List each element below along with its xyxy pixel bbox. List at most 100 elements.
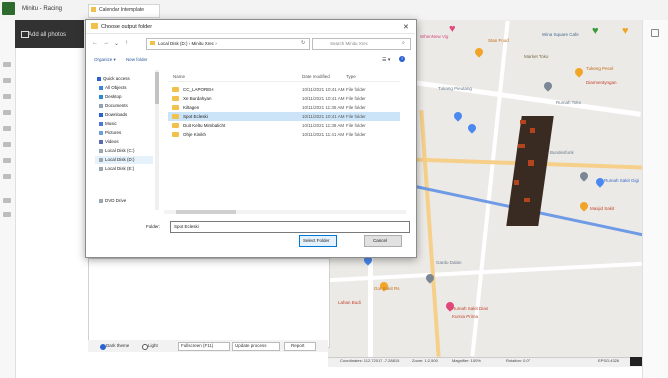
folder-name-value[interactable]: Spot Ecleski xyxy=(174,224,199,229)
building-block xyxy=(518,144,525,148)
nav-item-desktop[interactable]: Desktop xyxy=(105,94,122,99)
building-block xyxy=(528,160,534,166)
refresh-icon[interactable]: ↻ xyxy=(301,40,305,46)
favorite-heart-icon[interactable]: ♥ xyxy=(622,26,629,37)
map-label: Bundesfunk xyxy=(550,150,574,155)
map-label: Lahan Budi xyxy=(338,300,361,305)
documents-icon xyxy=(99,104,103,108)
crs-readout[interactable]: EPSG:4326 xyxy=(598,358,619,363)
row-date: 10/11/2021 10:41 AM xyxy=(302,87,345,92)
tool-button[interactable] xyxy=(3,110,11,115)
header-divider xyxy=(168,81,400,82)
tool-button[interactable] xyxy=(3,198,11,203)
nav-item-videos[interactable]: Videos xyxy=(105,139,119,144)
report-label: Report xyxy=(291,343,305,348)
nav-item-drive-e[interactable]: Local Disk (E:) xyxy=(105,166,134,171)
row-date: 10/11/2021 10:41 AM xyxy=(302,114,345,119)
app-tab-icon xyxy=(91,7,96,12)
right-toolbar xyxy=(642,20,668,378)
view-options-icon[interactable]: ☰ ▾ xyxy=(382,57,390,63)
tool-button[interactable] xyxy=(3,62,11,67)
tool-button[interactable] xyxy=(3,78,11,83)
folder-field-label: Folder: xyxy=(146,224,161,229)
map-label: Market Toko xyxy=(524,54,549,59)
nav-scrollbar-thumb[interactable] xyxy=(155,72,159,104)
map-pin-icon[interactable] xyxy=(578,200,590,212)
map-pin-icon[interactable] xyxy=(473,46,485,58)
row-name: CC_LAPOREH xyxy=(183,87,214,92)
close-icon[interactable]: ✕ xyxy=(403,23,409,31)
app-title: Minitu - Racing xyxy=(22,6,63,12)
map-label: Tukeng Pecel xyxy=(586,66,614,71)
pictures-icon xyxy=(99,131,103,135)
address-folder-icon xyxy=(150,41,155,45)
column-header-type[interactable]: Type xyxy=(346,74,356,79)
drive-icon xyxy=(99,158,103,162)
map-label: WhenNew Vig xyxy=(420,34,449,39)
map-label: Masjid Sakit xyxy=(590,206,615,211)
row-date: 10/11/2021 10:41 AM xyxy=(302,96,345,101)
map-pin-icon[interactable] xyxy=(578,170,590,182)
column-header-name[interactable]: Name xyxy=(173,74,185,79)
nav-item-drive-c[interactable]: Local Disk (C:) xyxy=(105,148,135,153)
map-pin-icon[interactable] xyxy=(466,122,478,134)
cancel-label: Cancel xyxy=(373,238,388,243)
music-icon xyxy=(99,122,103,126)
row-type: File folder xyxy=(346,123,366,128)
nav-item-pictures[interactable]: Pictures xyxy=(105,130,121,135)
tool-button[interactable] xyxy=(3,94,11,99)
nav-item-music[interactable]: Music xyxy=(105,121,117,126)
favorite-heart-icon[interactable]: ♥ xyxy=(592,26,599,37)
nav-item-drive-d[interactable]: Local Disk (D:) xyxy=(105,157,135,162)
desktop-icon xyxy=(99,95,103,99)
tool-button[interactable] xyxy=(3,158,11,163)
organize-button[interactable]: Organize ▾ xyxy=(94,57,116,63)
magnifier-readout[interactable]: Magnifier: 100% xyxy=(452,358,481,363)
folder-name-input[interactable] xyxy=(170,221,410,233)
app-logo-icon xyxy=(2,2,15,15)
row-type: File folder xyxy=(346,96,366,101)
favorite-heart-icon[interactable]: ♥ xyxy=(449,24,456,35)
photo-list-panel[interactable] xyxy=(88,258,330,348)
nav-item-downloads[interactable]: Downloads xyxy=(105,112,127,117)
map-pin-icon[interactable] xyxy=(542,80,554,92)
update-label: Update process xyxy=(235,343,267,348)
forward-icon[interactable]: → xyxy=(103,40,109,46)
address-path[interactable]: Local Disk (D:) › Minitu Xrec › xyxy=(158,41,217,46)
layers-icon[interactable] xyxy=(651,29,659,37)
back-icon[interactable]: ← xyxy=(92,40,98,46)
rotation-readout[interactable]: Rotation: 0.0° xyxy=(506,358,530,363)
tool-button[interactable] xyxy=(3,212,11,217)
nav-item-dvd[interactable]: DVD Drive xyxy=(105,198,126,203)
row-name: Duit Keltu Mimbalicht xyxy=(183,123,226,128)
map-label: Gor Sakit Rs xyxy=(374,286,400,291)
folder-icon xyxy=(172,123,179,128)
help-icon[interactable]: ? xyxy=(399,56,405,62)
search-icon[interactable]: ⌕ xyxy=(402,40,405,46)
building-block xyxy=(514,180,519,185)
horizontal-scrollbar-thumb[interactable] xyxy=(176,210,236,214)
search-placeholder: Search Minitu Xrec xyxy=(330,41,369,46)
add-photos-label: Add all photos xyxy=(28,32,67,38)
row-name: Kiltagen xyxy=(183,105,200,110)
row-name: Spot Ecleski xyxy=(183,114,208,119)
messages-icon[interactable] xyxy=(630,357,642,366)
tool-button[interactable] xyxy=(3,126,11,131)
folder-icon xyxy=(172,114,179,119)
nav-item-quick-access[interactable]: Quick access xyxy=(103,76,130,81)
new-folder-button[interactable]: New folder xyxy=(126,57,148,62)
recent-dropdown-icon[interactable]: ⌄ xyxy=(114,40,119,47)
nav-item-documents[interactable]: Documents xyxy=(105,103,128,108)
nav-item-objects[interactable]: All Objects xyxy=(105,85,127,90)
tool-button[interactable] xyxy=(3,174,11,179)
map-pin-icon[interactable] xyxy=(573,66,585,78)
zoom-readout[interactable]: Zoom: 1:2,500 xyxy=(412,358,438,363)
column-header-date[interactable]: Date modified xyxy=(302,74,330,79)
dvd-icon xyxy=(99,199,103,203)
row-type: File folder xyxy=(346,114,366,119)
up-icon[interactable]: ↑ xyxy=(125,40,128,46)
tool-button[interactable] xyxy=(3,142,11,147)
coordinates-readout: Coordinates: 112.72017 -7.28815 xyxy=(340,358,400,363)
light-label: Light xyxy=(148,343,158,348)
map-pin-icon[interactable] xyxy=(452,110,464,122)
